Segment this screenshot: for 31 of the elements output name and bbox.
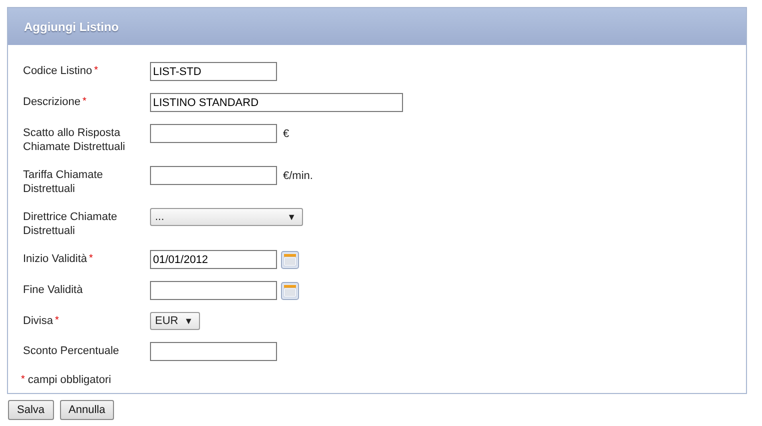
- calendar-icon[interactable]: [281, 282, 299, 300]
- field-label: Divisa: [23, 315, 53, 327]
- field-label: Inizio Validità: [23, 253, 87, 265]
- legend-text: campi obbligatori: [28, 374, 112, 386]
- required-mark: *: [21, 374, 25, 385]
- dropdown[interactable]: ... ▼: [150, 208, 303, 226]
- field-label: Codice Listino: [23, 65, 92, 77]
- input-field[interactable]: [150, 342, 277, 361]
- field-label: Direttrice Chiamate Distrettuali: [23, 211, 118, 237]
- required-mark: *: [94, 65, 98, 76]
- input-field[interactable]: LISTINO STANDARD: [150, 93, 403, 112]
- input-field[interactable]: 01/01/2012: [150, 250, 277, 269]
- input-field[interactable]: [150, 124, 277, 143]
- required-mark: *: [82, 96, 86, 107]
- required-mark: *: [89, 253, 93, 264]
- field-label: Scatto allo Risposta Chiamate Distrettuali: [23, 127, 126, 153]
- unit-label: €: [283, 128, 290, 140]
- panel-title: Aggiungi Listino: [24, 20, 119, 34]
- form-button[interactable]: Annulla: [60, 400, 114, 420]
- field-label: Sconto Percentuale: [23, 345, 120, 357]
- field-label: Fine Validità: [23, 284, 83, 296]
- field-label: Tariffa Chiamate Distrettuali: [23, 169, 103, 195]
- input-field[interactable]: [150, 166, 277, 185]
- unit-label: €/min.: [283, 170, 313, 182]
- dropdown[interactable]: EUR ▼: [150, 312, 200, 330]
- input-field[interactable]: [150, 281, 277, 300]
- field-label: Descrizione: [23, 96, 80, 108]
- form-button[interactable]: Salva: [8, 400, 54, 420]
- calendar-icon[interactable]: [281, 250, 299, 268]
- input-field[interactable]: LIST-STD: [150, 62, 277, 81]
- required-mark: *: [54, 315, 59, 326]
